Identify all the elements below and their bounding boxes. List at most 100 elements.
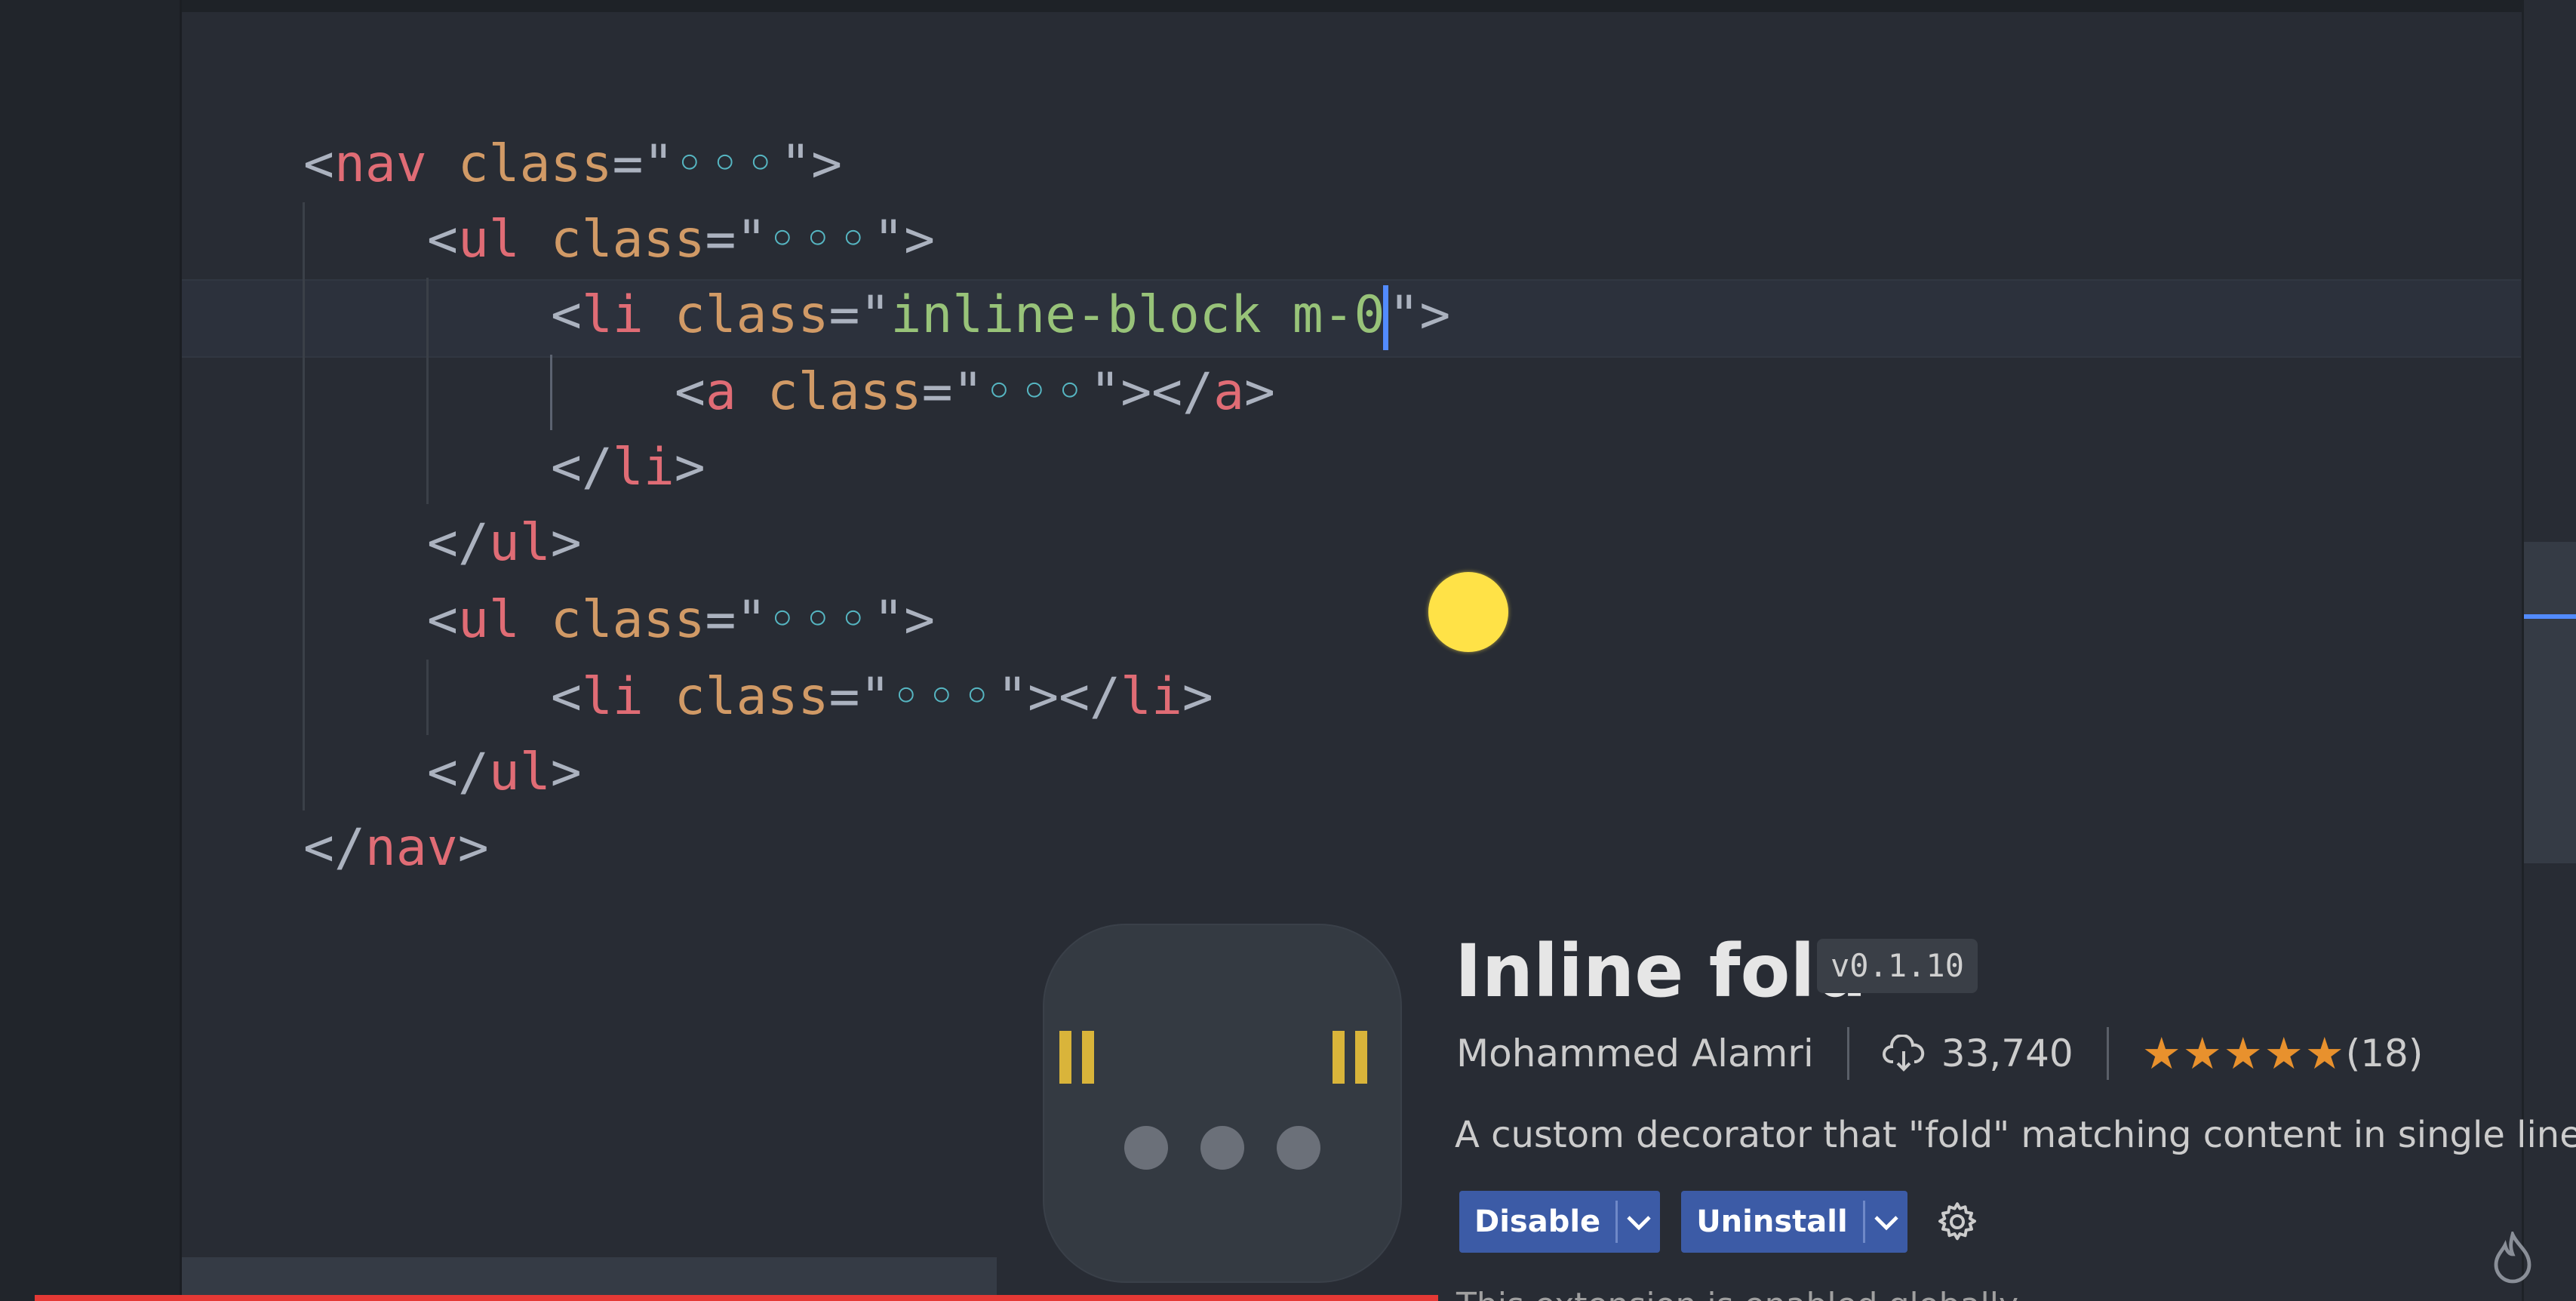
version-badge: v0.1.10 <box>1817 939 1978 993</box>
video-progress-bar[interactable] <box>35 1295 1438 1301</box>
scrollbar-thumb[interactable] <box>2524 542 2576 863</box>
meta-divider <box>2106 1027 2109 1080</box>
code-line-current[interactable]: <li class="inline-block m-0"> <box>551 278 1450 353</box>
code-line[interactable]: <a class="◦◦◦"></a> <box>675 355 1275 430</box>
punctuation: > <box>674 438 705 497</box>
folded-value[interactable]: ◦◦◦ <box>983 362 1090 422</box>
code-line[interactable]: </li> <box>551 430 705 506</box>
indent-guide <box>426 660 429 735</box>
punctuation: "> <box>1090 362 1152 422</box>
logo-bar <box>1355 1031 1367 1084</box>
punctuation: =" <box>612 134 675 194</box>
punctuation: "> <box>873 210 936 269</box>
mouse-click-indicator <box>1428 572 1508 652</box>
code-line[interactable]: </nav> <box>303 810 489 886</box>
extension-status: This extension is enabled globally. <box>1456 1283 2024 1301</box>
extension-meta: Mohammed Alamri 33,740 ★★★★★ (18) <box>1456 1023 2423 1084</box>
punctuation: "> <box>997 667 1059 727</box>
attribute-name: class <box>674 285 829 345</box>
code-editor[interactable]: <nav class="◦◦◦"> <ul class="◦◦◦"> <li c… <box>0 0 2576 906</box>
flame-icon <box>2494 1232 2531 1284</box>
punctuation: "> <box>873 590 936 650</box>
cloud-download-icon <box>1882 1035 1924 1072</box>
indent-guide <box>303 202 305 810</box>
punctuation: < <box>551 667 582 727</box>
code-line[interactable]: <ul class="◦◦◦"> <box>427 583 935 658</box>
punctuation: < <box>427 590 458 650</box>
folded-value[interactable]: ◦◦◦ <box>890 667 997 727</box>
tag-name: li <box>581 285 644 345</box>
punctuation: </ <box>427 513 489 573</box>
code-line[interactable]: </ul> <box>427 506 582 581</box>
tag-name: ul <box>457 590 520 650</box>
punctuation: =" <box>921 362 984 422</box>
class-value: inline-block m-0 <box>890 285 1385 345</box>
code-line[interactable]: <li class="◦◦◦"></li> <box>551 660 1213 735</box>
uninstall-button-label[interactable]: Uninstall <box>1681 1191 1863 1253</box>
folded-value[interactable]: ◦◦◦ <box>674 134 780 194</box>
extension-title: Inline fold <box>1455 929 1867 1013</box>
punctuation: > <box>550 513 582 573</box>
attribute-name: class <box>550 210 705 269</box>
punctuation: > <box>550 743 582 802</box>
punctuation: < <box>551 285 582 345</box>
author-name[interactable]: Mohammed Alamri <box>1456 1032 1814 1075</box>
scrollbar-cursor-marker <box>2524 614 2576 619</box>
attribute-name: class <box>674 667 829 727</box>
tag-name: li <box>581 667 644 727</box>
attribute-name: class <box>457 134 613 194</box>
gear-icon[interactable] <box>1935 1199 1980 1244</box>
punctuation: </ <box>1151 362 1214 422</box>
folded-value[interactable]: ◦◦◦ <box>767 590 873 650</box>
punctuation: < <box>303 134 334 194</box>
logo-bar <box>1059 1031 1071 1084</box>
punctuation: =" <box>828 285 891 345</box>
chevron-down-icon[interactable] <box>1865 1191 1907 1253</box>
punctuation: =" <box>705 590 767 650</box>
extension-actions: Disable Uninstall <box>1459 1191 1980 1253</box>
punctuation: "> <box>780 134 843 194</box>
punctuation: > <box>457 818 489 878</box>
logo-bar <box>1333 1031 1345 1084</box>
punctuation: =" <box>828 667 891 727</box>
punctuation: "> <box>1388 285 1451 345</box>
attribute-name: class <box>550 590 705 650</box>
punctuation: > <box>1182 667 1213 727</box>
indent-guide-active <box>550 355 552 430</box>
rating-count: (18) <box>2345 1032 2424 1075</box>
tag-name: nav <box>334 134 427 194</box>
disable-button-label[interactable]: Disable <box>1459 1191 1615 1253</box>
meta-divider <box>1846 1027 1849 1080</box>
tag-name: ul <box>488 743 551 802</box>
code-line[interactable]: </ul> <box>427 735 582 810</box>
punctuation: </ <box>427 743 489 802</box>
punctuation: > <box>1244 362 1275 422</box>
punctuation: </ <box>303 818 365 878</box>
rating-stars[interactable]: ★★★★★ <box>2142 1028 2346 1079</box>
tag-name: li <box>1120 667 1182 727</box>
punctuation: =" <box>705 210 767 269</box>
punctuation: < <box>427 210 458 269</box>
disable-button[interactable]: Disable <box>1459 1191 1661 1253</box>
tag-name: a <box>705 362 736 422</box>
logo-dot <box>1124 1126 1168 1170</box>
chevron-down-icon[interactable] <box>1618 1191 1660 1253</box>
logo-dot <box>1200 1126 1244 1170</box>
attribute-name: class <box>767 362 922 422</box>
tag-name: nav <box>364 818 458 878</box>
install-count: 33,740 <box>1941 1032 2073 1075</box>
logo-bar <box>1082 1031 1094 1084</box>
punctuation: < <box>675 362 705 422</box>
tag-name: a <box>1213 362 1245 422</box>
folded-value[interactable]: ◦◦◦ <box>767 210 873 269</box>
extension-logo <box>1043 924 1402 1283</box>
code-line[interactable]: <nav class="◦◦◦"> <box>303 127 842 202</box>
logo-dot <box>1277 1126 1320 1170</box>
punctuation: </ <box>551 438 613 497</box>
tag-name: ul <box>488 513 551 573</box>
punctuation: </ <box>1059 667 1120 727</box>
extension-description: A custom decorator that "fold" matching … <box>1455 1114 2576 1156</box>
indent-guide <box>426 278 429 504</box>
uninstall-button[interactable]: Uninstall <box>1681 1191 1907 1253</box>
code-line[interactable]: <ul class="◦◦◦"> <box>427 202 935 278</box>
